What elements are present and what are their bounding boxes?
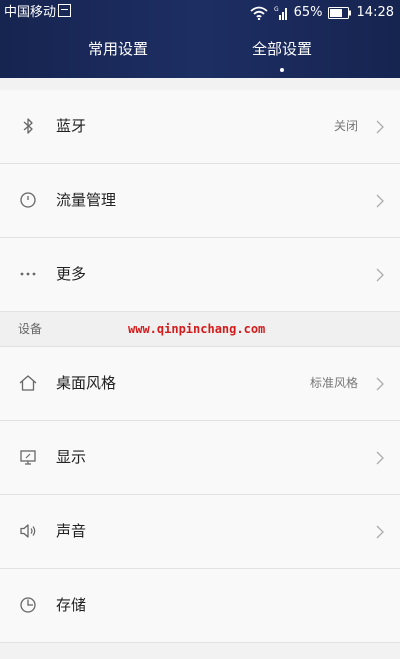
signal-icon: G — [273, 5, 289, 21]
settings-tabs: 常用设置 全部设置 — [0, 38, 400, 78]
chevron-right-icon — [376, 267, 384, 282]
item-label: 蓝牙 — [56, 117, 87, 135]
battery-percent: 65% — [293, 5, 323, 20]
speaker-icon — [18, 521, 38, 541]
item-label: 流量管理 — [56, 191, 117, 209]
home-icon — [18, 373, 38, 393]
carrier-text: 中国移动 — [4, 5, 57, 20]
list-item-home-style[interactable]: 桌面风格 标准风格 — [0, 347, 400, 421]
item-label: 显示 — [56, 448, 87, 466]
app-header: 中国移动 G 65% 14:28 常用设置 全部设置 — [0, 0, 400, 78]
item-label: 更多 — [56, 265, 87, 283]
tab-label: 全部设置 — [251, 40, 312, 58]
chevron-right-icon — [376, 193, 384, 208]
data-usage-icon — [18, 190, 38, 210]
carrier-name: 中国移动 — [4, 0, 72, 26]
sim-icon — [58, 4, 72, 17]
clock: 14:28 — [356, 5, 394, 20]
display-icon — [18, 447, 38, 467]
list-item-storage[interactable]: 存储 — [0, 569, 400, 643]
bluetooth-icon — [18, 116, 38, 136]
storage-icon — [18, 595, 38, 615]
item-label: 桌面风格 — [56, 374, 117, 392]
wifi-icon — [250, 6, 268, 20]
tab-label: 常用设置 — [87, 40, 148, 58]
list-item-more[interactable]: 更多 — [0, 238, 400, 312]
settings-list: 蓝牙 关闭 流量管理 更多 设备 www.qinpinchang.com 桌面风… — [0, 90, 400, 643]
active-tab-indicator — [280, 68, 284, 72]
item-value: 关闭 — [333, 119, 358, 133]
item-value: 标准风格 — [309, 376, 358, 390]
watermark-text: www.qinpinchang.com — [128, 322, 266, 336]
item-label: 存储 — [56, 596, 87, 614]
chevron-right-icon — [376, 376, 384, 391]
section-label: 设备 — [18, 322, 43, 336]
item-label: 声音 — [56, 522, 87, 540]
signal-type-label: G — [274, 6, 279, 13]
chevron-right-icon — [376, 524, 384, 539]
status-icons: G 65% 14:28 — [250, 0, 394, 26]
list-item-display[interactable]: 显示 — [0, 421, 400, 495]
tab-common-settings[interactable]: 常用设置 — [58, 38, 178, 59]
list-item-data-usage[interactable]: 流量管理 — [0, 164, 400, 238]
status-bar: 中国移动 G 65% 14:28 — [0, 0, 400, 26]
tab-all-settings[interactable]: 全部设置 — [222, 38, 342, 72]
chevron-right-icon — [376, 450, 384, 465]
list-item-sound[interactable]: 声音 — [0, 495, 400, 569]
list-item-bluetooth[interactable]: 蓝牙 关闭 — [0, 90, 400, 164]
more-dots-icon — [18, 264, 38, 284]
chevron-right-icon — [376, 119, 384, 134]
section-header-device: 设备 www.qinpinchang.com — [0, 312, 400, 347]
battery-icon — [327, 7, 352, 19]
